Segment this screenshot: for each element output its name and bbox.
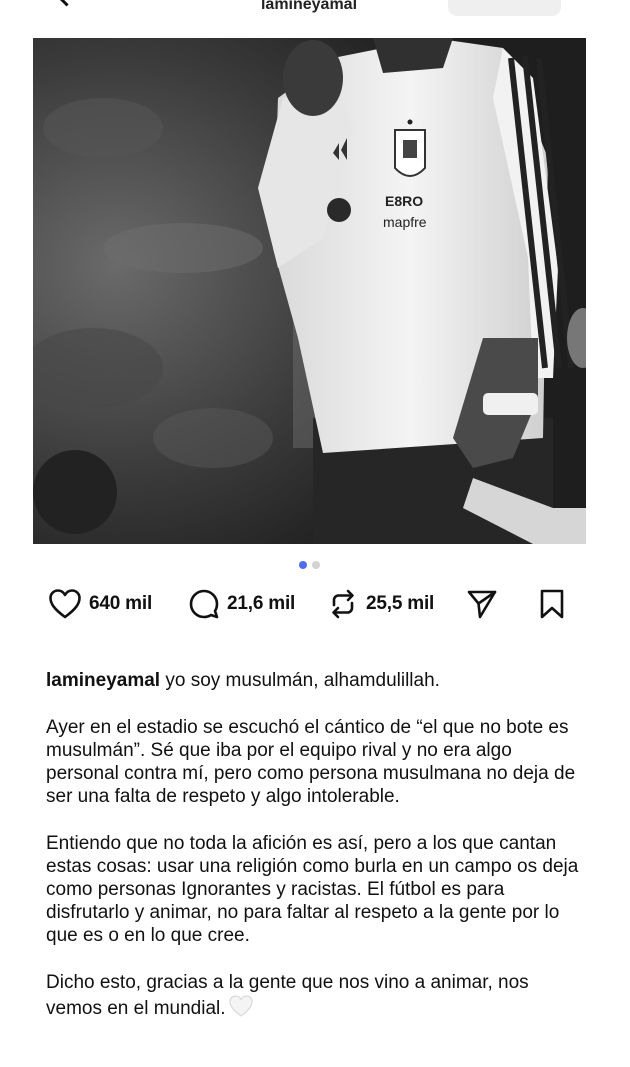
share-button[interactable] <box>466 586 498 622</box>
reposts-count: 25,5 mil <box>366 593 435 614</box>
caption-paragraph-3: Entiendo que no toda la afición es así, … <box>46 833 579 946</box>
repost-icon <box>332 589 354 619</box>
caption-author[interactable]: lamineyamal <box>46 670 160 691</box>
share-icon <box>467 590 497 619</box>
action-bar: 640 mil 21,6 mil 25,5 mil <box>48 586 578 622</box>
post-header: lamineyamal <box>0 0 630 20</box>
carousel-indicator <box>0 561 618 569</box>
comments-count: 21,6 mil <box>227 593 296 614</box>
repost-button[interactable]: 25,5 mil <box>327 586 434 622</box>
post-caption: lamineyamal yo soy musulmán, alhamdulill… <box>46 669 586 1048</box>
carousel-dot <box>311 561 320 569</box>
caption-intro: yo soy musulmán, alhamdulillah. <box>165 670 440 691</box>
caption-closing: Dicho esto, gracias a la gente que nos v… <box>46 972 529 1019</box>
heart-icon <box>49 589 81 619</box>
caption-first-line: lamineyamal yo soy musulmán, alhamdulill… <box>46 669 586 692</box>
likes-count: 640 mil <box>89 593 153 614</box>
caption-paragraph-2: Ayer en el estadio se escuchó el cántico… <box>46 717 576 807</box>
comment-icon <box>189 589 219 619</box>
comment-button[interactable]: 21,6 mil <box>188 586 295 622</box>
caption-paragraph-4: Dicho esto, gracias a la gente que nos v… <box>46 971 586 1024</box>
white-heart-icon <box>228 994 254 1024</box>
bookmark-icon <box>540 589 564 619</box>
follow-button[interactable] <box>448 0 561 16</box>
like-button[interactable]: 640 mil <box>48 586 152 622</box>
post-photo[interactable]: E8RO mapfre <box>33 38 586 544</box>
carousel-dot-active <box>298 561 307 569</box>
player-photo: E8RO mapfre <box>33 38 586 544</box>
bookmark-button[interactable] <box>538 586 566 622</box>
svg-text:mapfre: mapfre <box>383 214 427 230</box>
svg-text:E8RO: E8RO <box>385 193 423 209</box>
avatar[interactable] <box>33 450 117 534</box>
